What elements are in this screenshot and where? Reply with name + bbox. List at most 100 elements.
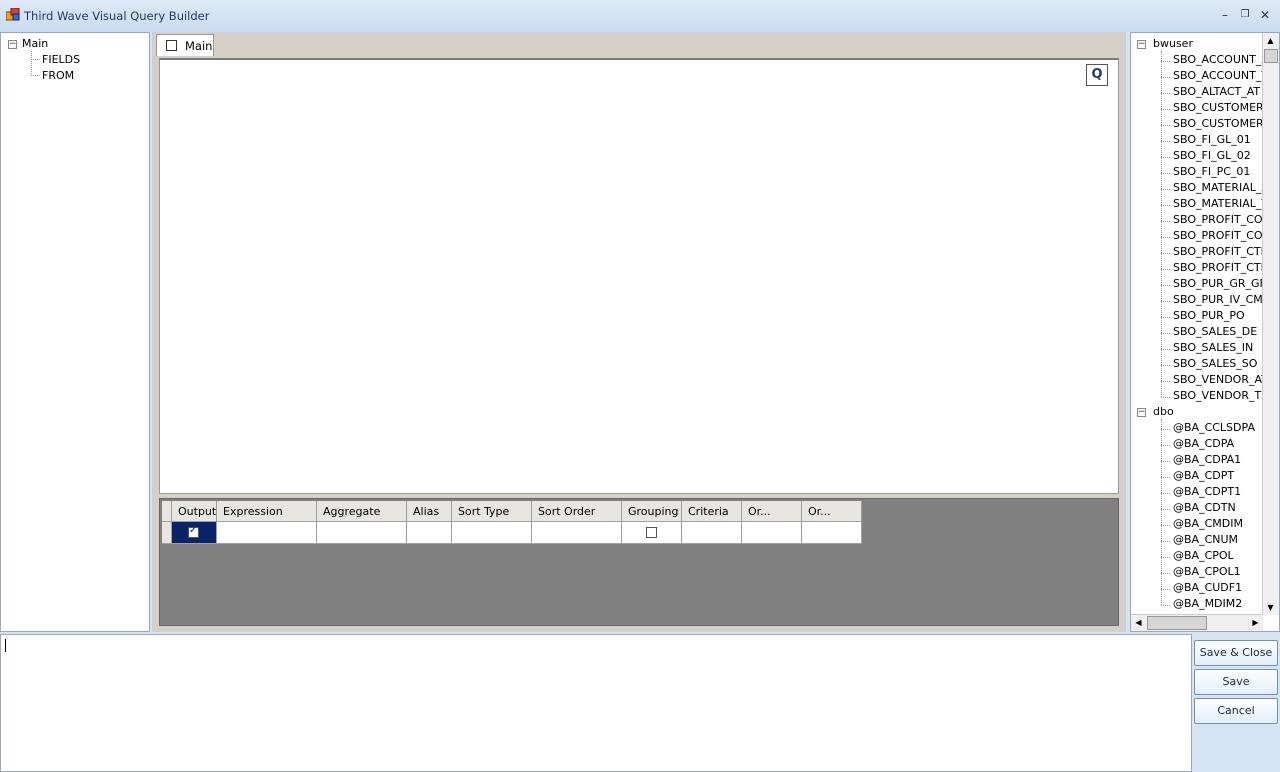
table-node[interactable]: @BA_CPOL xyxy=(1173,549,1234,562)
tree-line xyxy=(1161,61,1170,62)
criteria-cell[interactable] xyxy=(682,522,742,544)
row-header[interactable] xyxy=(162,522,172,544)
alias-cell[interactable] xyxy=(407,522,452,544)
tree-line xyxy=(1161,221,1170,222)
table-node[interactable]: @BA_CDTN xyxy=(1173,501,1236,514)
table-node[interactable]: SBO_PROFIT_CTR xyxy=(1173,261,1262,274)
table-node[interactable]: SBO_MATERIAL_A xyxy=(1173,181,1262,194)
tree-line xyxy=(1161,77,1170,78)
column-header-expression[interactable]: Expression xyxy=(217,501,317,522)
scroll-right-icon[interactable]: ▶ xyxy=(1248,615,1263,630)
maximize-button[interactable]: ❐ xyxy=(1236,6,1254,24)
tab-main[interactable]: Main xyxy=(156,34,214,56)
sql-text-editor[interactable] xyxy=(0,634,1192,772)
table-node[interactable]: @BA_CNUM xyxy=(1173,533,1238,546)
tab-checkbox[interactable] xyxy=(166,40,177,51)
table-node[interactable]: SBO_CUSTOMER_ xyxy=(1173,117,1262,130)
table-node[interactable]: SBO_PUR_GR_GF xyxy=(1173,277,1262,290)
or-cell-2[interactable] xyxy=(802,522,862,544)
title-bar: Third Wave Visual Query Builder – ❐ ✕ xyxy=(0,0,1280,32)
table-node[interactable]: @BA_CCLSDPA xyxy=(1173,421,1255,434)
table-node[interactable]: @BA_CDPT xyxy=(1173,469,1234,482)
column-header-or-1[interactable]: Or... xyxy=(742,501,802,522)
close-button[interactable]: ✕ xyxy=(1256,6,1274,24)
tree-line xyxy=(1161,333,1170,334)
table-node[interactable]: @BA_CUDF1 xyxy=(1173,581,1242,594)
table-node[interactable]: SBO_PROFIT_COI xyxy=(1173,213,1262,226)
database-schema-tree[interactable]: − bwuser SBO_ACCOUNT_A SBO_ACCOUNT_T SBO_ALT… xyxy=(1130,32,1280,632)
tree-line xyxy=(1161,509,1170,510)
table-node[interactable]: SBO_VENDOR_AT xyxy=(1173,373,1262,386)
table-node[interactable]: SBO_PUR_IV_CM xyxy=(1173,293,1262,306)
tree-line xyxy=(31,75,40,76)
column-header-grouping[interactable]: Grouping xyxy=(622,501,682,522)
horizontal-scrollbar[interactable]: ◀ ▶ xyxy=(1131,614,1263,631)
tree-node-from[interactable]: FROM xyxy=(42,69,74,82)
tree-line xyxy=(1161,93,1170,94)
save-button[interactable]: Save xyxy=(1194,669,1278,695)
schema-node-0[interactable]: bwuser xyxy=(1153,37,1193,50)
collapse-icon[interactable]: − xyxy=(1137,40,1146,49)
scroll-down-icon[interactable]: ▼ xyxy=(1263,600,1278,615)
table-node[interactable]: SBO_SALES_IN xyxy=(1173,341,1253,354)
output-checkbox[interactable] xyxy=(188,525,199,538)
table-node[interactable]: SBO_FI_GL_01 xyxy=(1173,133,1251,146)
query-structure-tree[interactable]: − Main FIELDS FROM xyxy=(0,32,150,632)
grouping-checkbox[interactable] xyxy=(646,527,657,538)
scroll-up-icon[interactable]: ▲ xyxy=(1263,33,1278,48)
table-node[interactable]: SBO_PROFIT_CTR xyxy=(1173,245,1262,258)
table-node[interactable]: @BA_CDPA1 xyxy=(1173,453,1241,466)
fields-grid[interactable]: Output Expression Aggregate Alias Sort T… xyxy=(159,498,1119,626)
schema-node-1[interactable]: dbo xyxy=(1153,405,1174,418)
table-node[interactable]: @BA_CPOL1 xyxy=(1173,565,1241,578)
column-header-aggregate[interactable]: Aggregate xyxy=(317,501,407,522)
expression-cell[interactable] xyxy=(217,522,317,544)
output-cell[interactable] xyxy=(172,522,217,544)
aggregate-cell[interactable] xyxy=(317,522,407,544)
collapse-icon[interactable]: − xyxy=(8,40,17,49)
text-caret xyxy=(5,639,6,652)
table-node[interactable]: SBO_ALTACT_AT xyxy=(1173,85,1260,98)
table-node[interactable]: SBO_FI_PC_01 xyxy=(1173,165,1250,178)
table-node[interactable]: @BA_CDPA xyxy=(1173,437,1234,450)
table-node[interactable]: SBO_SALES_SO xyxy=(1173,357,1257,370)
table-node[interactable]: @BA_CMDIM xyxy=(1173,517,1243,530)
column-header-criteria[interactable]: Criteria xyxy=(682,501,742,522)
scroll-thumb[interactable] xyxy=(1147,616,1207,630)
schema-tree-view[interactable]: − bwuser SBO_ACCOUNT_A SBO_ACCOUNT_T SBO_ALT… xyxy=(1131,33,1262,615)
column-header-or-2[interactable]: Or... xyxy=(802,501,862,522)
vertical-scrollbar[interactable]: ▲ ▼ xyxy=(1262,33,1279,615)
table-node[interactable]: SBO_MATERIAL_T xyxy=(1173,197,1262,210)
collapse-icon[interactable]: − xyxy=(1137,408,1146,417)
query-button[interactable]: Q xyxy=(1086,64,1108,86)
tree-line xyxy=(1161,557,1170,558)
tree-node-main[interactable]: Main xyxy=(22,37,48,50)
column-header-sort-order[interactable]: Sort Order xyxy=(532,501,622,522)
table-node[interactable]: SBO_ACCOUNT_A xyxy=(1173,53,1262,66)
table-node[interactable]: @BA_CDPT1 xyxy=(1173,485,1241,498)
table-node[interactable]: SBO_VENDOR_TE xyxy=(1173,389,1262,402)
cancel-button[interactable]: Cancel xyxy=(1194,698,1278,724)
tree-line xyxy=(31,51,32,74)
or-cell-1[interactable] xyxy=(742,522,802,544)
table-node[interactable]: SBO_CUSTOMER_ xyxy=(1173,101,1262,114)
table-node[interactable]: @BA_MDIM2 xyxy=(1173,597,1242,610)
sort-order-cell[interactable] xyxy=(532,522,622,544)
save-and-close-button[interactable]: Save & Close xyxy=(1194,640,1278,666)
table-node[interactable]: SBO_SALES_DE xyxy=(1173,325,1257,338)
column-header-output[interactable]: Output xyxy=(172,501,217,522)
table-node[interactable]: SBO_PUR_PO xyxy=(1173,309,1245,322)
column-header-alias[interactable]: Alias xyxy=(407,501,452,522)
table-node[interactable]: SBO_FI_GL_02 xyxy=(1173,149,1251,162)
tree-line xyxy=(1161,573,1170,574)
table-node[interactable]: SBO_PROFIT_COI xyxy=(1173,229,1262,242)
minimize-button[interactable]: – xyxy=(1216,6,1234,24)
sort-type-cell[interactable] xyxy=(452,522,532,544)
diagram-canvas[interactable]: Q xyxy=(159,58,1119,494)
table-node[interactable]: SBO_ACCOUNT_T xyxy=(1173,69,1262,82)
scroll-left-icon[interactable]: ◀ xyxy=(1131,615,1146,630)
scroll-thumb[interactable] xyxy=(1264,49,1278,63)
grouping-cell[interactable] xyxy=(622,522,682,544)
tree-node-fields[interactable]: FIELDS xyxy=(42,53,80,66)
column-header-sort-type[interactable]: Sort Type xyxy=(452,501,532,522)
